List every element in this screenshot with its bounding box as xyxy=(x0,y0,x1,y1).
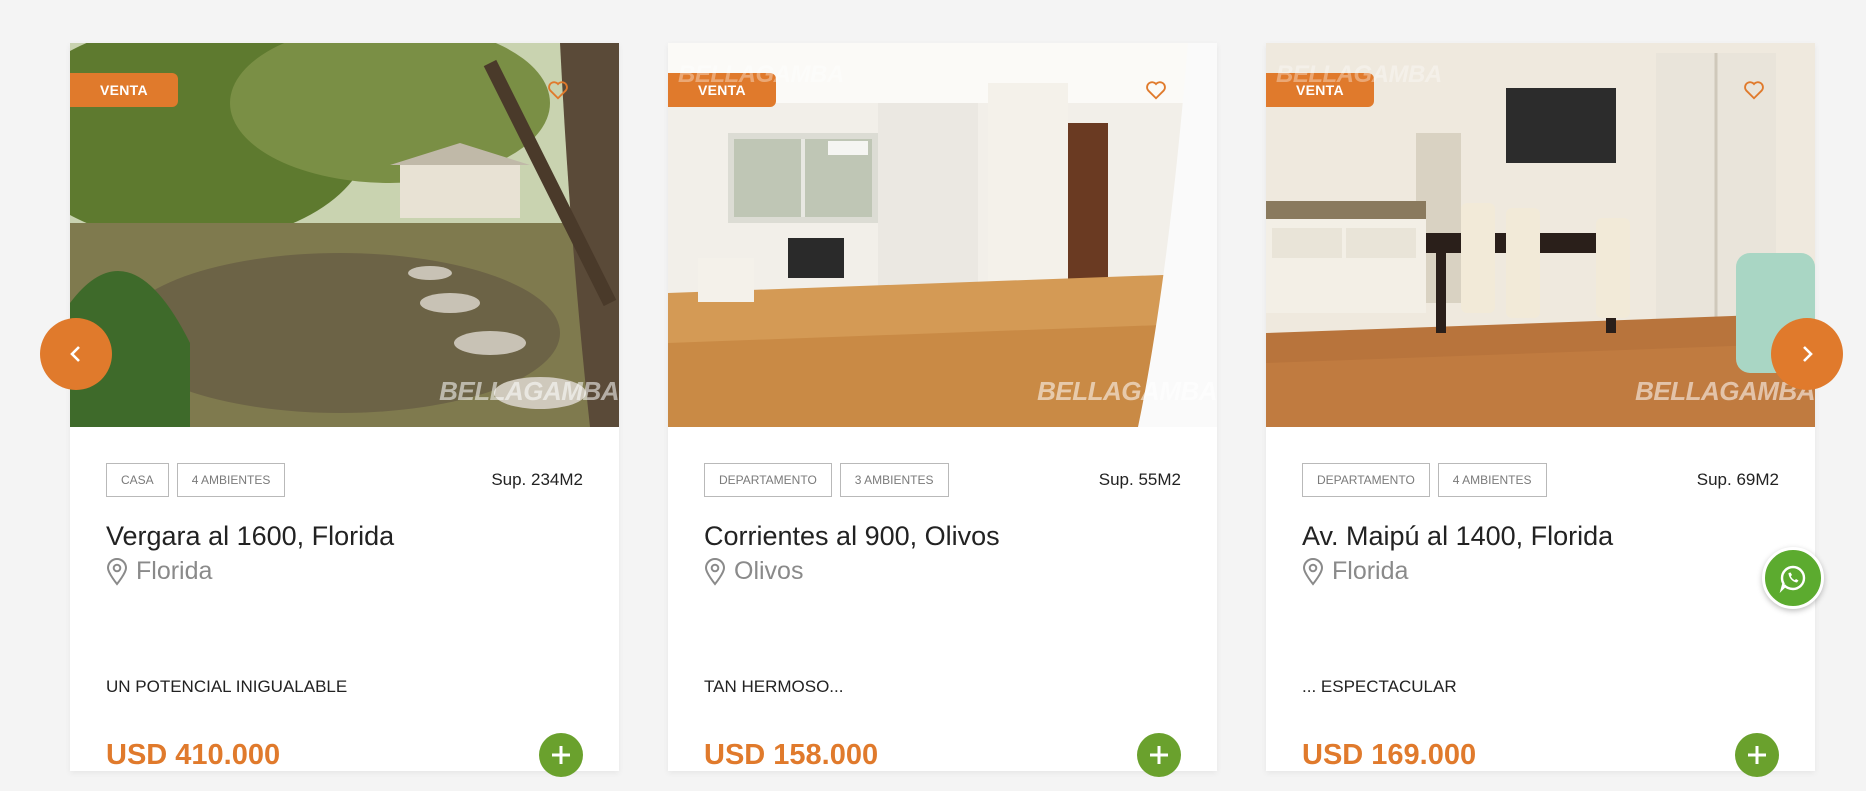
property-price: USD 410.000 xyxy=(106,739,281,771)
whatsapp-button[interactable] xyxy=(1762,547,1824,609)
property-type-tag: DEPARTAMENTO xyxy=(704,463,832,497)
more-info-button[interactable] xyxy=(1137,733,1181,777)
property-carousel: VENTA BELLAGAMBA CASA 4 AMBIENTES Sup. 2… xyxy=(0,0,1866,791)
surface-area: Sup. 69M2 xyxy=(1696,470,1779,489)
watermark-logo: BELLAGAMBA xyxy=(1037,376,1217,406)
more-info-button[interactable] xyxy=(539,733,583,777)
location-pin-icon xyxy=(1302,557,1324,586)
property-photo[interactable]: VENTA BELLAGAMBA BELLAGAMBA xyxy=(1266,43,1815,427)
property-location: Florida xyxy=(1302,557,1408,586)
location-pin-icon xyxy=(106,557,128,586)
property-description: ... ESPECTACULAR xyxy=(1302,677,1457,696)
watermark-logo: BELLAGAMBA xyxy=(439,376,619,406)
property-photo[interactable]: VENTA BELLAGAMBA BELLAGAMBA xyxy=(668,43,1217,427)
property-location: Olivos xyxy=(704,557,803,586)
property-title[interactable]: Corrientes al 900, Olivos xyxy=(704,521,1000,552)
carousel-next-button[interactable] xyxy=(1771,318,1843,390)
heart-icon[interactable] xyxy=(547,79,569,101)
location-text: Florida xyxy=(136,557,213,585)
location-text: Olivos xyxy=(734,557,804,585)
chevron-left-icon xyxy=(70,346,80,362)
property-title[interactable]: Av. Maipú al 1400, Florida xyxy=(1302,521,1613,552)
listing-type-badge: VENTA xyxy=(70,73,178,107)
rooms-tag: 4 AMBIENTES xyxy=(176,463,286,497)
surface-area: Sup. 55M2 xyxy=(1098,470,1181,489)
plus-icon xyxy=(1748,746,1766,764)
heart-icon[interactable] xyxy=(1743,79,1765,101)
property-photo[interactable]: VENTA BELLAGAMBA xyxy=(70,43,619,427)
watermark-logo: BELLAGAMBA xyxy=(1276,61,1442,88)
rooms-tag: 3 AMBIENTES xyxy=(839,463,949,497)
heart-icon[interactable] xyxy=(1145,79,1167,101)
property-description: UN POTENCIAL INIGUALABLE xyxy=(106,677,348,696)
property-card[interactable]: VENTA BELLAGAMBA CASA 4 AMBIENTES Sup. 2… xyxy=(70,43,619,777)
property-card[interactable]: VENTA BELLAGAMBA BELLAGAMBA DEPARTAMENTO… xyxy=(1266,43,1815,777)
surface-area: Sup. 234M2 xyxy=(491,470,583,489)
watermark-logo: BELLAGAMBA xyxy=(678,61,844,88)
property-location: Florida xyxy=(106,557,212,586)
property-description: TAN HERMOSO... xyxy=(704,677,844,696)
property-type-tag: DEPARTAMENTO xyxy=(1302,463,1430,497)
property-price: USD 169.000 xyxy=(1302,739,1477,771)
carousel-prev-button[interactable] xyxy=(40,318,112,390)
plus-icon xyxy=(552,746,570,764)
location-pin-icon xyxy=(704,557,726,586)
location-text: Florida xyxy=(1332,557,1409,585)
rooms-tag: 4 AMBIENTES xyxy=(1437,463,1547,497)
property-card[interactable]: VENTA BELLAGAMBA BELLAGAMBA DEPARTAMENTO… xyxy=(668,43,1217,777)
plus-icon xyxy=(1150,746,1168,764)
property-title[interactable]: Vergara al 1600, Florida xyxy=(106,521,394,552)
property-price: USD 158.000 xyxy=(704,739,879,771)
more-info-button[interactable] xyxy=(1735,733,1779,777)
whatsapp-icon xyxy=(1779,565,1806,594)
property-type-tag: CASA xyxy=(106,463,169,497)
chevron-right-icon xyxy=(1803,346,1813,362)
